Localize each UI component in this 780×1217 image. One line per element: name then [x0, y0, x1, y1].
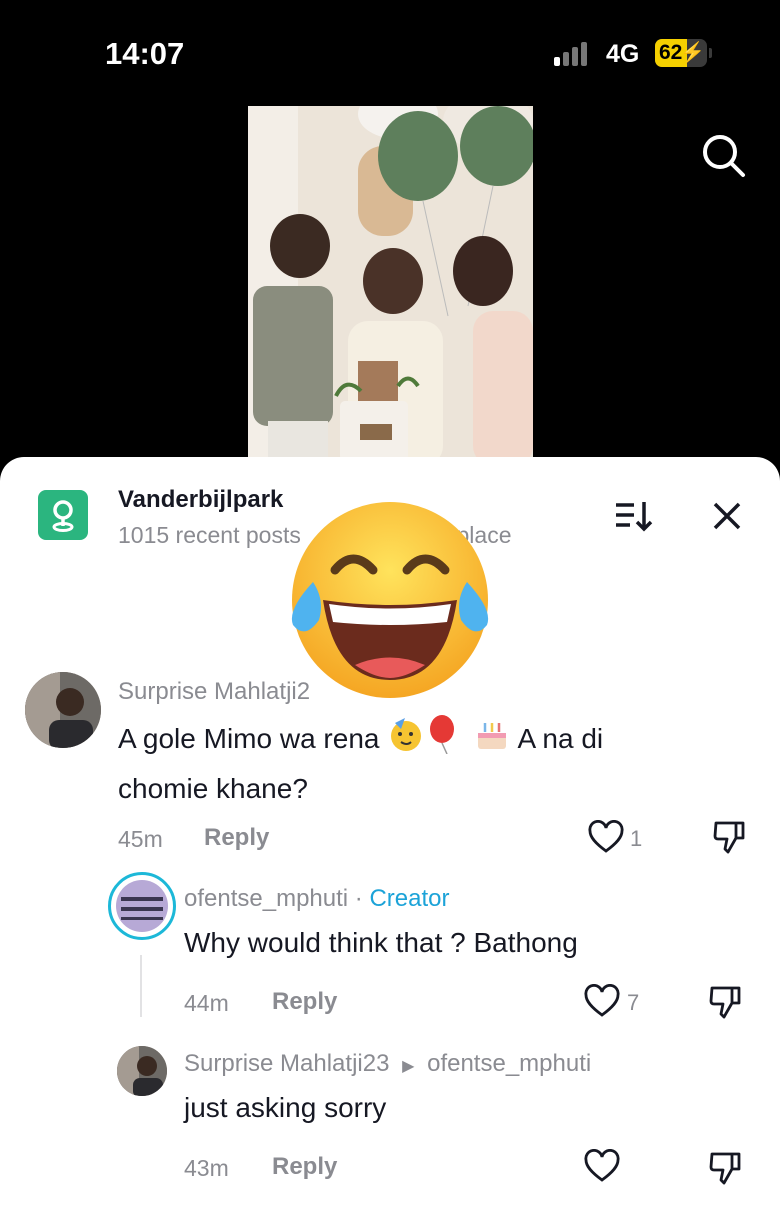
reply-text: just asking sorry [184, 1092, 387, 1123]
sort-button[interactable] [612, 498, 656, 534]
close-icon [713, 502, 741, 530]
close-button[interactable] [709, 498, 745, 534]
reply-text: Why would think that ? Bathong [184, 927, 578, 958]
reply-to-user[interactable]: ofentse_mphuti [427, 1050, 591, 1077]
heart-icon[interactable] [587, 819, 625, 854]
balloon-emoji [425, 714, 459, 767]
battery-tip [709, 48, 712, 58]
heart-icon[interactable] [583, 983, 621, 1018]
avatar[interactable] [25, 672, 101, 748]
reply-time: 44m [184, 990, 229, 1016]
separator: · [348, 885, 370, 912]
laughing-emoji [285, 500, 495, 700]
search-icon [703, 135, 745, 177]
comment-text-start: A gole Mimo wa rena [118, 722, 388, 754]
avatar[interactable] [117, 1046, 167, 1096]
comment-text: A gole Mimo wa rena A na di chomie khane… [118, 714, 678, 811]
battery-icon: 62 ⚡ [655, 39, 707, 67]
network-type: 4G [606, 40, 640, 68]
comment-username[interactable]: Surprise Mahlatji2 [118, 678, 310, 706]
location-recent-posts: 1015 recent posts [118, 522, 301, 548]
thread-line [140, 955, 142, 1017]
party-face-emoji [387, 715, 425, 766]
like-count: 1 [630, 826, 643, 851]
reply-button[interactable]: Reply [204, 824, 269, 852]
creator-badge: Creator [369, 885, 450, 912]
reply-author[interactable]: Surprise Mahlatji23 [184, 1050, 389, 1077]
heart-icon[interactable] [583, 1148, 621, 1183]
reply-time: 43m [184, 1155, 229, 1181]
dislike-icon[interactable] [712, 818, 748, 856]
search-button[interactable] [698, 130, 748, 180]
signal-icon [554, 42, 594, 66]
reply-arrow-icon: ▶ [402, 1058, 415, 1075]
charging-icon: ⚡ [680, 42, 705, 64]
status-time: 14:07 [105, 36, 185, 71]
reply-username: Surprise Mahlatji23 ▶ ofentse_mphuti [184, 1050, 591, 1078]
reply-button[interactable]: Reply [272, 1153, 337, 1181]
dislike-icon[interactable] [708, 983, 744, 1021]
reply-author[interactable]: ofentse_mphuti [184, 885, 348, 912]
reply-button[interactable]: Reply [272, 988, 337, 1016]
battery-level: 62 [659, 41, 683, 64]
creator-avatar[interactable] [108, 872, 176, 940]
status-bar: 14:07 4G 62 ⚡ [0, 0, 780, 100]
video-preview[interactable] [248, 106, 533, 466]
sort-icon [616, 502, 653, 532]
location-pin-icon[interactable] [38, 490, 88, 540]
video-image [248, 106, 533, 466]
dislike-icon[interactable] [708, 1149, 744, 1187]
location-title[interactable]: Vanderbijlpark [118, 486, 283, 514]
like-count: 7 [627, 990, 640, 1015]
birthday-cake-emoji [473, 715, 511, 766]
reply-username: ofentse_mphuti · Creator [184, 885, 449, 913]
comment-time: 45m [118, 826, 163, 852]
